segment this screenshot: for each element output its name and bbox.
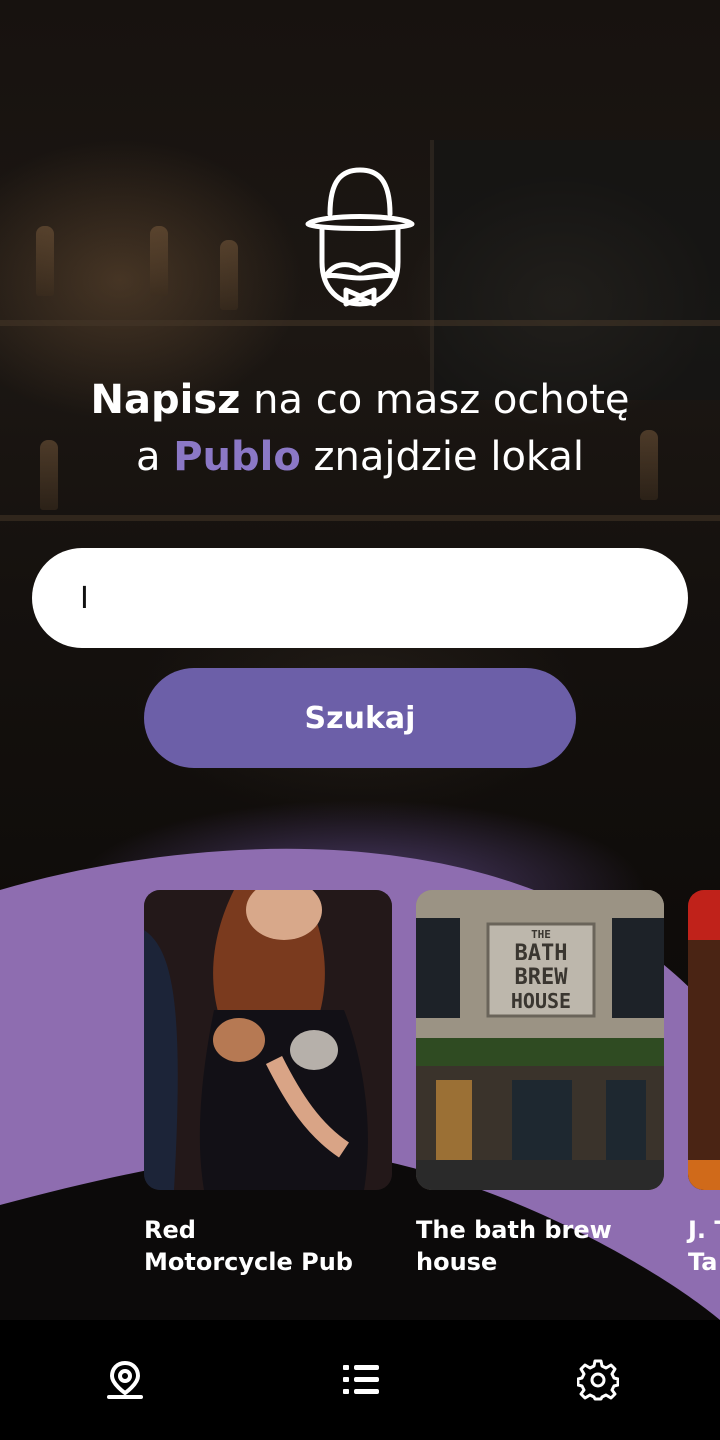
venue-photo: [688, 890, 720, 1190]
venue-name-line: house: [416, 1248, 498, 1276]
venue-card[interactable]: Red Motorcycle Pub: [144, 890, 392, 1278]
nav-settings-button[interactable]: [568, 1350, 628, 1410]
map-pin-icon: [107, 1360, 143, 1399]
chalkboard: [430, 140, 720, 400]
venue-name: Red Motorcycle Pub: [144, 1214, 392, 1278]
venue-card[interactable]: THE BATH BREW HOUSE The bath brew house: [416, 890, 664, 1278]
sign-text: HOUSE: [510, 989, 572, 1013]
venue-name-line: Ta: [688, 1248, 718, 1276]
headline: Napisz na co masz ochotę a Publo znajdzi…: [0, 372, 720, 486]
venue-name: The bath brew house: [416, 1214, 664, 1278]
list-icon: [343, 1365, 379, 1394]
gear-icon: [577, 1359, 619, 1401]
headline-text: na co masz ochotę: [240, 377, 630, 423]
sign-text: THE: [531, 928, 551, 941]
venue-card[interactable]: J. T Ta: [688, 890, 720, 1278]
headline-emphasis: Napisz: [90, 377, 241, 423]
publo-logo-icon: [305, 167, 415, 307]
headline-text: znajdzie lokal: [300, 434, 585, 480]
venue-photo: [144, 890, 392, 1190]
shelf: [0, 515, 720, 521]
search-button[interactable]: Szukaj: [144, 668, 576, 768]
bottle: [220, 240, 238, 310]
headline-line-1: Napisz na co masz ochotę: [0, 372, 720, 429]
shelf: [0, 320, 720, 326]
nav-map-button[interactable]: [95, 1350, 155, 1410]
venue-name-line: J. T: [688, 1216, 720, 1244]
headline-text: a: [135, 434, 174, 480]
venue-carousel[interactable]: Red Motorcycle Pub THE BATH BREW HOUSE T…: [0, 890, 720, 1290]
sign-text: BATH: [514, 941, 568, 966]
nav-list-button[interactable]: [331, 1350, 391, 1410]
venue-name-line: The bath brew: [416, 1216, 612, 1244]
bottle: [150, 226, 168, 296]
headline-line-2: a Publo znajdzie lokal: [0, 429, 720, 486]
search-input[interactable]: [32, 548, 688, 648]
bottom-navigation: [0, 1320, 720, 1440]
venue-name: J. T Ta: [688, 1214, 720, 1278]
venue-name-line: Motorcycle Pub: [144, 1248, 353, 1276]
bottle: [36, 226, 54, 296]
venue-sign: THE BATH BREW HOUSE: [490, 928, 592, 1012]
brand-name: Publo: [173, 434, 301, 480]
venue-name-line: Red: [144, 1216, 196, 1244]
sign-text: BREW: [514, 965, 568, 990]
